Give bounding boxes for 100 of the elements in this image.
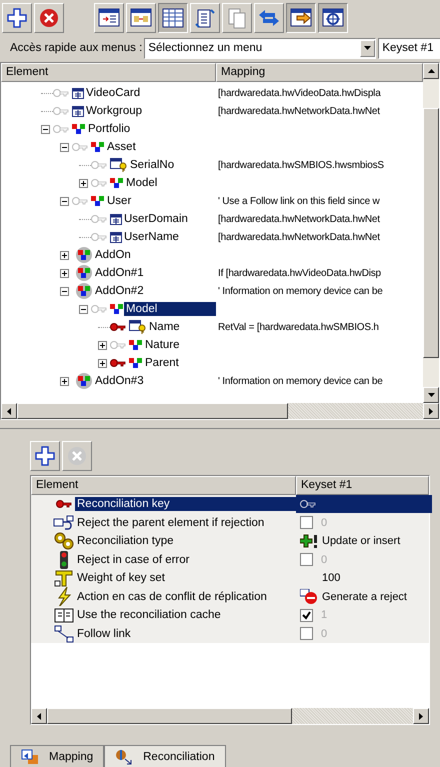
expander-toggle[interactable]	[98, 358, 107, 368]
tree-item[interactable]: AddOn#3	[93, 374, 146, 388]
tab[interactable]: Reconciliation	[104, 745, 226, 767]
quick-access-label: Accès rapide aux menus :	[10, 42, 142, 54]
property-item[interactable]: Action en cas de conflit de réplication	[75, 590, 296, 604]
checkbox[interactable]	[300, 627, 313, 640]
lightning-icon	[56, 586, 72, 607]
keyset-select[interactable]: Keyset #1	[378, 38, 440, 58]
mapping-text: [hardwaredata.hwSMBIOS.hwsmbiosS	[217, 160, 384, 170]
mapping-text: ' Information on memory device can be	[217, 376, 383, 386]
globe-arrow-icon	[115, 748, 134, 764]
tree-item[interactable]: Name	[147, 320, 182, 334]
expander-toggle[interactable]	[60, 196, 69, 206]
scroll-up-button[interactable]	[423, 63, 439, 79]
mapping-text: [hardwaredata.hwNetworkData.hwNet	[217, 232, 380, 242]
delete-icon	[39, 8, 59, 28]
value-text: 0	[321, 516, 328, 529]
value-text: 1	[321, 609, 328, 622]
plus-icon	[35, 446, 55, 466]
property-item[interactable]: Use the reconciliation cache	[75, 608, 296, 622]
expander-toggle[interactable]	[79, 178, 88, 188]
mapping-icon	[21, 748, 39, 764]
expander-toggle[interactable]	[79, 304, 88, 314]
property-item[interactable]: Reconciliation key	[75, 497, 296, 512]
menu-select[interactable]: Sélectionnez un menu	[144, 38, 376, 58]
scroll-left-button[interactable]	[1, 403, 17, 419]
property-item[interactable]: Follow link	[75, 626, 296, 641]
add-button[interactable]	[2, 3, 32, 33]
tree-item[interactable]: Model	[124, 302, 216, 316]
right-arrow-icon	[419, 712, 423, 720]
tree-item[interactable]: Asset	[105, 140, 138, 154]
tree-item[interactable]: AddOn	[93, 248, 133, 262]
scroll-right-button[interactable]	[413, 708, 429, 724]
checkbox[interactable]	[300, 608, 313, 622]
up-arrow-icon	[428, 69, 434, 73]
dropdown-icon	[364, 46, 372, 50]
checkbox[interactable]	[300, 516, 313, 530]
addon-icon	[75, 247, 93, 263]
property-item[interactable]: Reconciliation type	[75, 534, 296, 548]
delete-icon	[67, 446, 87, 466]
weight-icon	[54, 569, 74, 588]
field-icon	[72, 106, 84, 116]
column-header: Keyset #1	[296, 476, 429, 495]
tree-item[interactable]: Nature	[143, 338, 182, 352]
link-icon	[91, 141, 105, 153]
property-item[interactable]: Weight of key set	[75, 571, 296, 586]
addon-icon	[75, 373, 93, 389]
tree-item[interactable]: User	[105, 194, 134, 208]
value-text: 0	[321, 554, 328, 566]
expander-toggle[interactable]	[60, 376, 69, 386]
tree-item[interactable]: AddOn#1	[93, 266, 146, 280]
plus-icon	[7, 8, 27, 28]
plus-icon	[61, 270, 68, 276]
mapping-text: [hardwaredata.hwNetworkData.hwNet	[217, 106, 380, 116]
column-header: Element	[1, 63, 216, 82]
scrollbar-thumb[interactable]	[423, 108, 439, 358]
tree-item[interactable]: Model	[124, 176, 160, 190]
expander-toggle[interactable]	[60, 250, 69, 260]
value-text: 0	[321, 628, 328, 640]
table-icon	[161, 6, 185, 30]
expander-toggle[interactable]	[60, 268, 69, 278]
plus-icon	[99, 360, 106, 366]
scroll-right-button[interactable]	[423, 403, 439, 419]
tree-item[interactable]: UserName	[122, 230, 181, 244]
expander-toggle[interactable]	[60, 286, 69, 296]
link-icon	[129, 339, 143, 351]
tab[interactable]: Mapping	[10, 745, 104, 767]
key-icon	[300, 499, 316, 510]
tree-item[interactable]: Portfolio	[86, 122, 132, 136]
property-item[interactable]: Reject in case of error	[75, 552, 296, 567]
no-entry-icon	[300, 588, 318, 605]
tree-item[interactable]: Workgroup	[84, 104, 144, 118]
scrollbar-thumb[interactable]	[17, 403, 288, 419]
expander-toggle[interactable]	[60, 142, 69, 152]
mapping-text: [hardwaredata.hwVideoData.hwDispla	[217, 88, 381, 98]
tree-item[interactable]: VideoCard	[84, 86, 142, 100]
tree-item[interactable]: SerialNo	[128, 158, 176, 172]
expander-toggle[interactable]	[98, 340, 107, 350]
toolbar-toggle[interactable]	[158, 3, 188, 33]
tree-item[interactable]: AddOn#2	[93, 284, 146, 298]
left-arrow-icon	[7, 408, 11, 414]
property-item[interactable]: Reject the parent element if rejection	[75, 516, 296, 530]
tree-item[interactable]: Parent	[143, 356, 181, 370]
link-icon	[110, 303, 124, 315]
tree-item[interactable]: UserDomain	[122, 212, 190, 226]
toolbar-toggle[interactable]	[286, 3, 316, 33]
scrollbar-thumb[interactable]	[47, 708, 292, 724]
checkbox[interactable]	[300, 553, 313, 566]
scroll-left-button[interactable]	[31, 708, 47, 724]
book-icon	[54, 607, 74, 624]
toolbar-toggle[interactable]	[318, 3, 348, 33]
scroll-down-button[interactable]	[423, 387, 439, 403]
add-button[interactable]	[30, 441, 60, 471]
expander-toggle[interactable]	[41, 124, 50, 134]
column-header: Mapping	[216, 63, 423, 82]
mapping-text: ' Information on memory device can be	[217, 286, 383, 296]
value-text: Generate a reject	[321, 590, 407, 603]
delete-button[interactable]	[34, 3, 64, 33]
mapping-text: [hardwaredata.hwNetworkData.hwNet	[217, 214, 380, 224]
addon-icon	[75, 283, 93, 299]
